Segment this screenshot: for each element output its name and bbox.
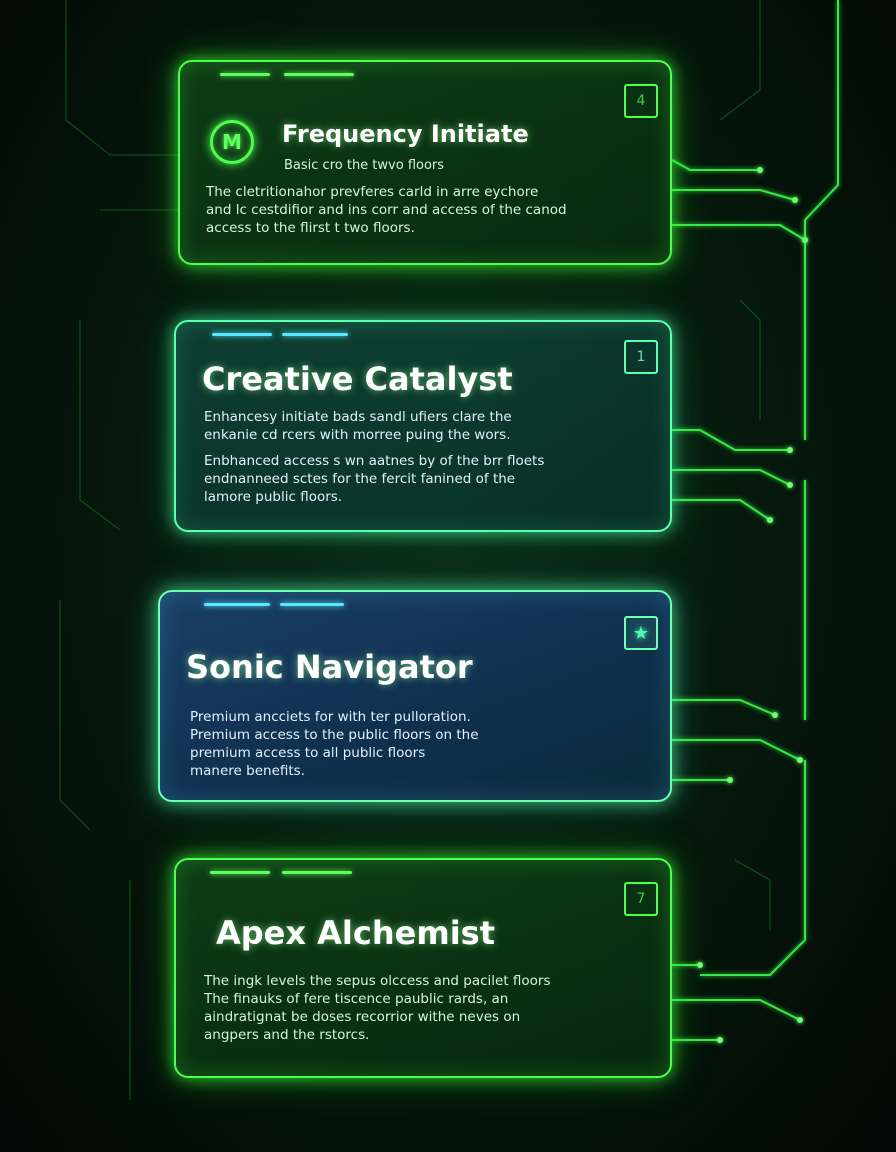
tier-card-frequency-initiate[interactable]: 4 M Frequency Initiate Basic cro the twv… — [178, 60, 672, 265]
card-dash — [204, 603, 270, 606]
card-title: Apex Alchemist — [216, 914, 495, 952]
card-title: Creative Catalyst — [202, 360, 513, 398]
card-dash — [284, 73, 354, 76]
card-title: Sonic Navigator — [186, 648, 473, 686]
card-title: Frequency Initiate — [282, 120, 529, 148]
tier-card-apex-alchemist[interactable]: 7 Apex Alchemist The ingk levels the sep… — [174, 858, 672, 1078]
star-icon: ★ — [632, 622, 650, 644]
card-dash — [282, 333, 348, 336]
tier-logo-icon: M — [210, 120, 254, 164]
card-description-secondary: Enbhanced access s wn aatnes by of the b… — [204, 453, 545, 505]
tier-badge: ★ — [624, 616, 658, 650]
tier-card-creative-catalyst[interactable]: 1 Creative Catalyst Enhancesy initiate b… — [174, 320, 672, 532]
card-subtitle: Basic cro the twvo floors — [284, 158, 445, 173]
tier-badge: 4 — [624, 84, 658, 118]
card-dash — [282, 871, 352, 874]
card-description: Premium ancciets for with ter pulloratio… — [190, 709, 479, 779]
tier-badge: 7 — [624, 882, 658, 916]
card-description: The ingk levels the sepus olccess and pa… — [204, 973, 551, 1043]
card-dash — [220, 73, 270, 76]
card-dash — [210, 871, 270, 874]
tier-card-sonic-navigator[interactable]: ★ Sonic Navigator Premium ancciets for w… — [158, 590, 672, 802]
card-dash — [280, 603, 344, 606]
card-dash — [212, 333, 272, 336]
card-description: The cletritionahor prevferes carld in ar… — [206, 184, 567, 236]
tier-badge: 1 — [624, 340, 658, 374]
card-description: Enhancesy initiate bads sandl ufiers cla… — [204, 409, 512, 443]
